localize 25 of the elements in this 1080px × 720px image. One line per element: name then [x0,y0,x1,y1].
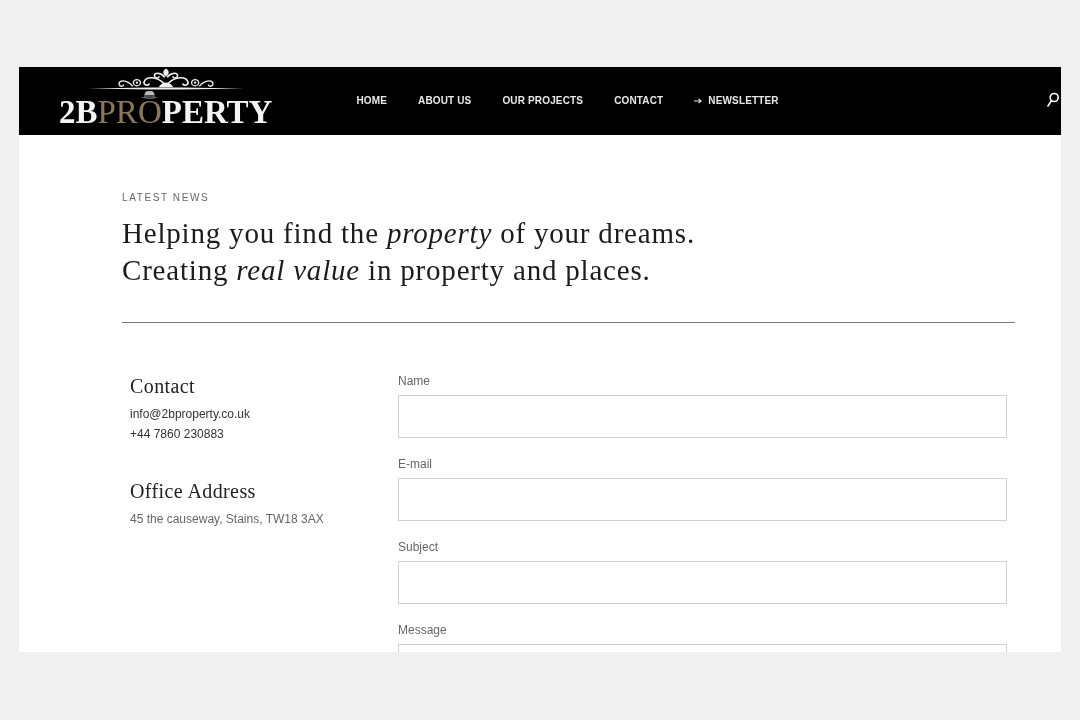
section-heading: Contact [130,374,195,398]
arrow-right-icon [694,98,703,104]
phone-text: +44 7860 230883 [130,426,224,443]
headline: Creating real value in property and places. [122,253,651,288]
logo-wordmark: 2BPROPERTY [59,100,273,124]
field-label: Subject [398,539,439,555]
nav-link[interactable]: CONTACT [614,94,664,108]
message-field[interactable] [398,644,1007,652]
field-label: Message [398,622,447,638]
nav-link[interactable]: NEWSLETTER [694,94,779,108]
address-text: 45 the causeway, Stains, TW18 3AX [130,511,324,528]
input-field[interactable] [398,478,1007,521]
nav-link[interactable]: ABOUT US [418,94,472,108]
ornament-icon [87,68,244,90]
headline: Helping you find the property of your dreams. [122,216,695,251]
section-heading: Office Address [130,479,256,503]
search-icon[interactable] [1047,92,1059,110]
email-text: info@2bproperty.co.uk [130,406,251,423]
nav-link[interactable]: OUR PROJECTS [502,94,584,108]
input-field[interactable] [398,395,1007,438]
input-field[interactable] [398,561,1007,604]
field-label: Name [398,373,430,389]
section-eyebrow: LATEST NEWS [122,191,210,205]
field-label: E-mail [398,456,432,472]
nav-link[interactable]: HOME [356,94,387,108]
